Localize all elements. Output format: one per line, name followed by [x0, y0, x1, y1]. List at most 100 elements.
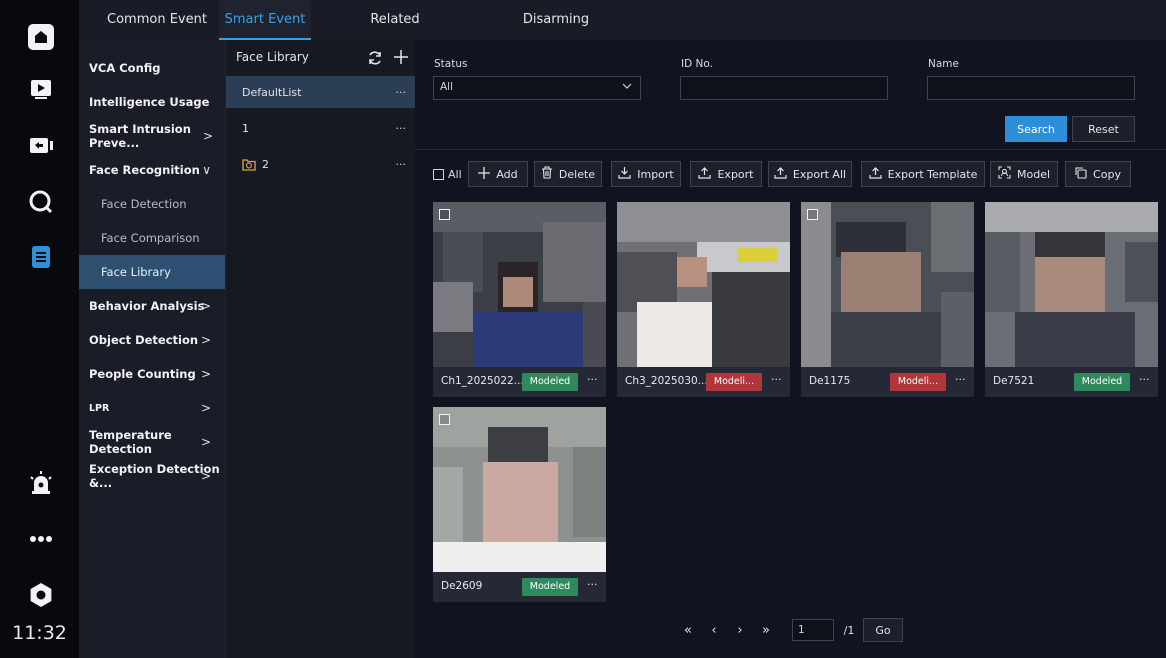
tab-smart-event[interactable]: Smart Event: [219, 0, 311, 40]
delete-button[interactable]: Delete: [534, 161, 602, 187]
tab-disarming-configuration[interactable]: Disarming Configuration: [477, 0, 635, 67]
import-icon: [618, 166, 631, 182]
menu-item-people-counting[interactable]: People Counting >: [79, 357, 225, 391]
face-card[interactable]: Ch3_2025030... Modeli... ···: [617, 202, 790, 397]
plus-icon[interactable]: [393, 49, 409, 69]
menu-item-exception-detection[interactable]: Exception Detection &... >: [79, 459, 225, 493]
chevron-right-icon: >: [200, 469, 211, 483]
more-options-icon[interactable]: ···: [587, 578, 598, 591]
id-no-label: ID No.: [681, 58, 713, 70]
chevron-right-icon: >: [200, 333, 211, 347]
menu-item-face-recognition[interactable]: Face Recognition ∨: [79, 153, 225, 187]
page-input[interactable]: [792, 619, 834, 641]
export-all-button[interactable]: Export All: [768, 161, 852, 187]
trash-icon: [541, 166, 553, 182]
prev-page-button[interactable]: ‹: [707, 619, 721, 643]
face-library-title: Face Library: [236, 50, 309, 64]
export-icon: [698, 166, 712, 182]
id-no-input[interactable]: [680, 76, 888, 100]
card-footer: Ch1_2025022... Modeled ···: [433, 367, 606, 397]
backup-icon[interactable]: [26, 131, 56, 161]
tab-related-configuration[interactable]: Related Configuration: [327, 0, 463, 67]
add-button[interactable]: Add: [468, 161, 528, 187]
status-badge: Modeled: [522, 373, 578, 391]
menu-item-intelligence-usage[interactable]: Intelligence Usage: [79, 85, 225, 119]
document-icon[interactable]: [26, 242, 56, 272]
card-footer: De7521 Modeled ···: [985, 367, 1158, 397]
import-button[interactable]: Import: [611, 161, 681, 187]
chevron-down-icon: [622, 81, 632, 94]
more-options-icon[interactable]: ···: [396, 122, 407, 135]
card-checkbox[interactable]: [439, 209, 450, 220]
more-options-icon[interactable]: ···: [771, 373, 782, 386]
face-card[interactable]: De7521 Modeled ···: [985, 202, 1158, 397]
left-rail: 11:32: [0, 0, 79, 658]
face-library-content: Status All ID No. Name Search Reset All …: [415, 40, 1166, 658]
next-page-button[interactable]: ›: [733, 619, 747, 643]
card-footer: De1175 Modeli... ···: [801, 367, 974, 397]
face-thumbnail: [617, 202, 790, 367]
export-icon: [774, 166, 787, 182]
refresh-icon[interactable]: [367, 50, 383, 70]
select-all-checkbox[interactable]: All: [433, 167, 462, 181]
more-options-icon[interactable]: ···: [587, 373, 598, 386]
first-page-button[interactable]: «: [681, 619, 695, 643]
card-name: De7521: [993, 375, 1035, 387]
face-card[interactable]: Ch1_2025022... Modeled ···: [433, 202, 606, 397]
export-button[interactable]: Export: [690, 161, 762, 187]
total-pages: /1: [843, 624, 855, 637]
face-library-header: Face Library: [226, 40, 416, 76]
more-options-icon[interactable]: ···: [955, 373, 966, 386]
face-card[interactable]: De2609 Modeled ···: [433, 407, 606, 602]
name-input[interactable]: [927, 76, 1135, 100]
face-thumbnail: [433, 202, 606, 367]
menu-item-smart-intrusion[interactable]: Smart Intrusion Preve... >: [79, 119, 225, 153]
divider: [415, 149, 1166, 150]
clock: 11:32: [12, 622, 67, 644]
menu-item-face-detection[interactable]: Face Detection: [79, 187, 225, 221]
reset-button[interactable]: Reset: [1072, 116, 1135, 142]
model-button[interactable]: Model: [990, 161, 1058, 187]
search-icon[interactable]: [26, 187, 56, 217]
export-icon: [869, 166, 882, 182]
more-options-icon[interactable]: ···: [396, 158, 407, 171]
chevron-down-icon: ∨: [202, 163, 211, 177]
menu-item-temperature-detection[interactable]: Temperature Detection >: [79, 425, 225, 459]
more-icon[interactable]: [26, 524, 56, 554]
go-button[interactable]: Go: [863, 618, 903, 642]
card-name: Ch1_2025022...: [441, 375, 524, 387]
menu-item-face-library[interactable]: Face Library: [79, 255, 225, 289]
copy-button[interactable]: Copy: [1065, 161, 1131, 187]
menu-item-behavior-analysis[interactable]: Behavior Analysis >: [79, 289, 225, 323]
copy-icon: [1075, 166, 1087, 182]
export-template-button[interactable]: Export Template: [861, 161, 985, 187]
alarm-icon[interactable]: [26, 468, 56, 498]
card-footer: De2609 Modeled ···: [433, 572, 606, 602]
card-checkbox[interactable]: [439, 414, 450, 425]
more-options-icon[interactable]: ···: [1139, 373, 1150, 386]
library-item-1[interactable]: 1 ···: [226, 112, 416, 144]
menu-item-face-comparison[interactable]: Face Comparison: [79, 221, 225, 255]
menu-item-lpr[interactable]: LPR >: [79, 391, 225, 425]
config-menu: VCA Config Intelligence Usage Smart Intr…: [79, 40, 225, 658]
face-thumbnail: [985, 202, 1158, 367]
chevron-right-icon: >: [200, 435, 211, 449]
library-item-2[interactable]: 2 ···: [226, 148, 416, 180]
menu-item-object-detection[interactable]: Object Detection >: [79, 323, 225, 357]
card-checkbox[interactable]: [807, 209, 818, 220]
tab-common-event[interactable]: Common Event: [95, 0, 219, 40]
library-item-defaultlist[interactable]: DefaultList ···: [226, 76, 416, 108]
status-select[interactable]: All: [433, 76, 641, 100]
playback-icon[interactable]: [26, 74, 56, 104]
menu-item-vca-config[interactable]: VCA Config: [79, 51, 225, 85]
settings-icon[interactable]: [26, 580, 56, 610]
more-options-icon[interactable]: ···: [396, 86, 407, 99]
status-badge: Modeled: [522, 578, 578, 596]
search-button[interactable]: Search: [1005, 116, 1067, 142]
home-icon[interactable]: [26, 22, 56, 52]
last-page-button[interactable]: »: [759, 619, 773, 643]
face-card[interactable]: De1175 Modeli... ···: [801, 202, 974, 397]
top-tab-bar: Common Event Smart Event Related Configu…: [79, 0, 1166, 67]
card-footer: Ch3_2025030... Modeli... ···: [617, 367, 790, 397]
name-label: Name: [928, 58, 959, 70]
